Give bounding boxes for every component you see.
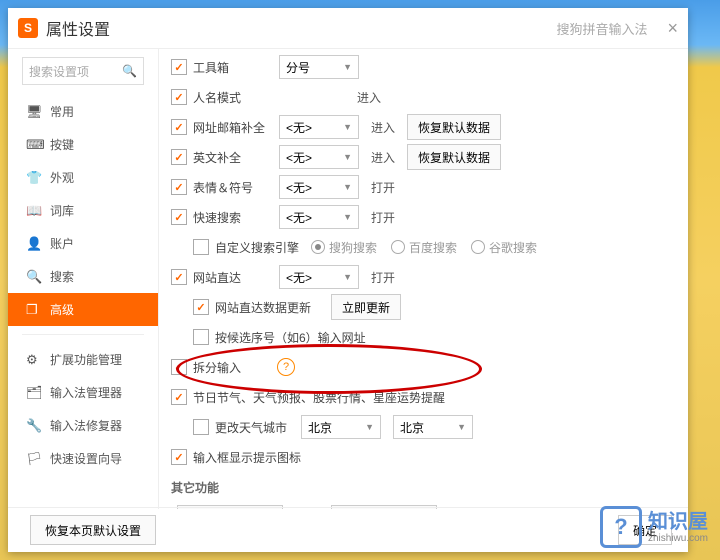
- sidebar-item-2[interactable]: 👕 外观: [8, 161, 158, 194]
- dropdown[interactable]: 分号▼: [279, 55, 359, 79]
- nav-label: 外观: [50, 169, 74, 186]
- row-label: 英文补全: [193, 149, 273, 166]
- restore-button[interactable]: 恢复默认数据: [407, 114, 501, 140]
- checkbox[interactable]: [193, 239, 209, 255]
- row-label: 工具箱: [193, 59, 273, 76]
- window-title: 属性设置: [46, 16, 110, 40]
- sidebar-item-6[interactable]: ❐ 高级: [8, 293, 158, 326]
- radio[interactable]: [391, 240, 405, 254]
- radio[interactable]: [311, 240, 325, 254]
- sidebar-item-3[interactable]: 📖 词库: [8, 194, 158, 227]
- sidebar-tool-1[interactable]: 🗂 输入法管理器: [8, 376, 158, 409]
- nav-icon: 🖥: [26, 104, 42, 120]
- sidebar-tool-3[interactable]: 🏳 快速设置向导: [8, 442, 158, 475]
- content-panel: 工具箱分号▼ 人名模式进入 网址邮箱补全<无>▼进入恢复默认数据 英文补全<无>…: [159, 49, 688, 509]
- nav-icon: 👕: [26, 170, 42, 186]
- sidebar-item-1[interactable]: ⌨ 按键: [8, 128, 158, 161]
- section-title: 其它功能: [171, 479, 668, 496]
- search-input[interactable]: 搜索设置项 🔍: [22, 57, 144, 85]
- dropdown[interactable]: <无>▼: [279, 205, 359, 229]
- nav-icon: ⌨: [26, 137, 42, 153]
- nav-label: 扩展功能管理: [50, 351, 122, 368]
- checkbox[interactable]: [171, 179, 187, 195]
- window-subtitle: 搜狗拼音输入法: [556, 19, 647, 38]
- nav-label: 输入法修复器: [50, 417, 122, 434]
- nav-icon: 👤: [26, 236, 42, 252]
- settings-window: S 属性设置 搜狗拼音输入法 × 搜索设置项 🔍 🖥 常用 ⌨ 按键 👕 外观 📖 词库 👤 账户…: [8, 8, 688, 552]
- nav-icon: ❐: [26, 302, 42, 318]
- sidebar-tool-0[interactable]: ⚙ 扩展功能管理: [8, 343, 158, 376]
- sidebar-item-5[interactable]: 🔍 搜索: [8, 260, 158, 293]
- nav-label: 账户: [50, 235, 74, 252]
- dropdown[interactable]: <无>▼: [279, 265, 359, 289]
- restore-button[interactable]: 恢复默认数据: [407, 144, 501, 170]
- dropdown[interactable]: <无>▼: [279, 175, 359, 199]
- dropdown[interactable]: <无>▼: [279, 145, 359, 169]
- watermark-url: zhishiwu.com: [648, 533, 708, 544]
- dropdown[interactable]: 北京▼: [301, 415, 381, 439]
- nav-icon: 🗂: [26, 385, 42, 401]
- dropdown[interactable]: <无>▼: [279, 115, 359, 139]
- nav-label: 高级: [50, 301, 74, 318]
- nav-label: 搜索: [50, 268, 74, 285]
- row-label: 快速搜索: [193, 209, 273, 226]
- checkbox[interactable]: [193, 299, 209, 315]
- nav-label: 快速设置向导: [50, 450, 122, 467]
- checkbox[interactable]: [193, 329, 209, 345]
- nav-icon: 🔧: [26, 418, 42, 434]
- nav-label: 词库: [50, 202, 74, 219]
- close-icon[interactable]: ×: [667, 18, 678, 39]
- search-icon: 🔍: [122, 64, 137, 78]
- checkbox[interactable]: [171, 149, 187, 165]
- sidebar: 搜索设置项 🔍 🖥 常用 ⌨ 按键 👕 外观 📖 词库 👤 账户 🔍 搜索 ❐ 高级 ⚙ 扩展功能管理 🗂 输入…: [8, 49, 159, 509]
- checkbox[interactable]: [171, 389, 187, 405]
- nav-label: 按键: [50, 136, 74, 153]
- restore-defaults-button[interactable]: 恢复本页默认设置: [30, 515, 156, 545]
- checkbox[interactable]: [171, 59, 187, 75]
- footer: 恢复本页默认设置 确定: [8, 507, 688, 552]
- nav-icon: ⚙: [26, 352, 42, 368]
- search-placeholder: 搜索设置项: [29, 63, 122, 80]
- nav-icon: 🔍: [26, 269, 42, 285]
- sidebar-item-0[interactable]: 🖥 常用: [8, 95, 158, 128]
- row-label: 人名模式: [193, 89, 273, 106]
- checkbox[interactable]: [171, 89, 187, 105]
- checkbox[interactable]: [171, 449, 187, 465]
- watermark-title: 知识屋: [648, 511, 708, 533]
- checkbox[interactable]: [171, 209, 187, 225]
- nav-label: 常用: [50, 103, 74, 120]
- sidebar-tool-2[interactable]: 🔧 输入法修复器: [8, 409, 158, 442]
- nav-icon: 📖: [26, 203, 42, 219]
- row-label: 表情＆符号: [193, 179, 273, 196]
- update-button[interactable]: 立即更新: [331, 294, 401, 320]
- row-label: 网址邮箱补全: [193, 119, 273, 136]
- row-label-reminder: 节日节气、天气预报、股票行情、星座运势提醒: [193, 389, 493, 406]
- radio[interactable]: [471, 240, 485, 254]
- watermark-icon: ?: [600, 506, 642, 548]
- checkbox[interactable]: [171, 119, 187, 135]
- checkbox[interactable]: [171, 269, 187, 285]
- nav-icon: 🏳: [26, 451, 42, 467]
- sidebar-item-4[interactable]: 👤 账户: [8, 227, 158, 260]
- nav-label: 输入法管理器: [50, 384, 122, 401]
- watermark: ? 知识屋 zhishiwu.com: [600, 506, 708, 548]
- action-text: 进入: [357, 89, 381, 106]
- checkbox[interactable]: [193, 419, 209, 435]
- titlebar: S 属性设置 搜狗拼音输入法 ×: [8, 8, 688, 49]
- help-icon[interactable]: ?: [277, 358, 295, 376]
- dropdown[interactable]: 北京▼: [393, 415, 473, 439]
- checkbox[interactable]: [171, 359, 187, 375]
- app-logo-icon: S: [18, 18, 38, 38]
